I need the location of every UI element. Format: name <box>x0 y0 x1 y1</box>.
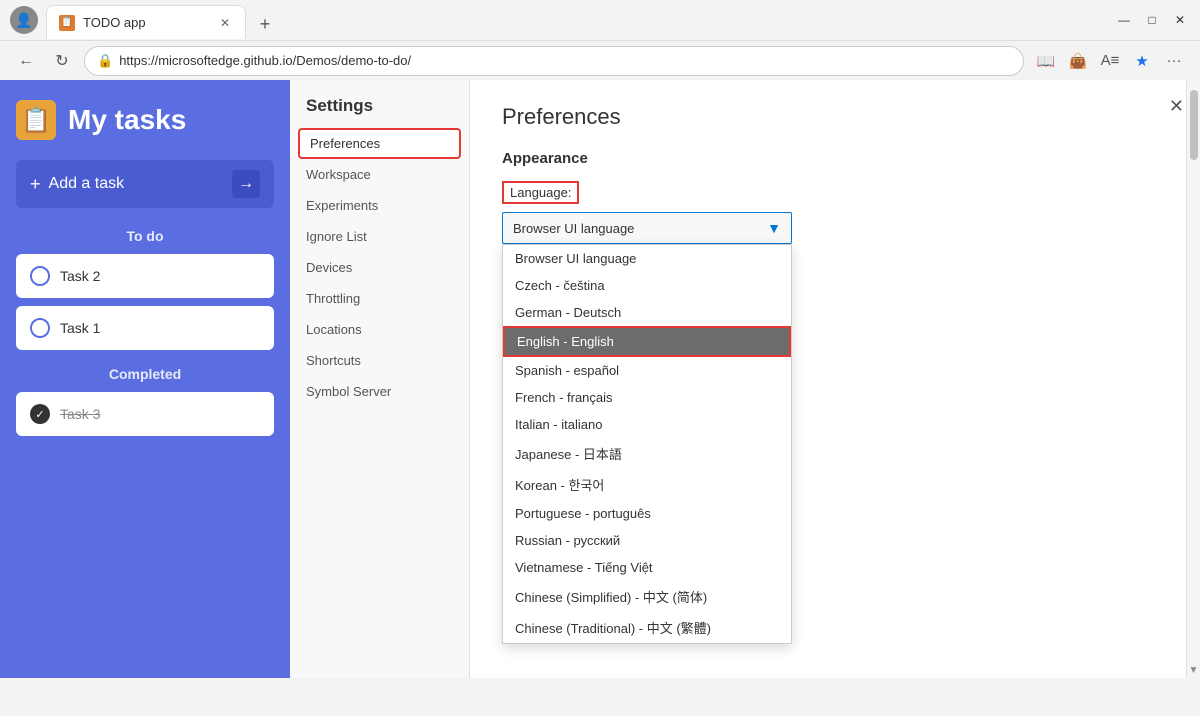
preferences-panel: ✕ Preferences Appearance Language: Brows… <box>470 80 1200 678</box>
close-preferences-button[interactable]: ✕ <box>1169 96 1184 117</box>
tab-title: TODO app <box>83 15 209 30</box>
settings-item-workspace[interactable]: Workspace <box>290 159 469 190</box>
language-option-zh-cn[interactable]: Chinese (Simplified) - 中文 (简体) <box>503 581 791 612</box>
new-tab-button[interactable]: + <box>250 9 280 39</box>
task-item[interactable]: Task 2 <box>16 254 274 298</box>
minimize-button[interactable]: — <box>1114 10 1134 30</box>
preferences-title: Preferences <box>502 104 1168 130</box>
todo-section-title: To do <box>16 228 274 244</box>
language-option-es[interactable]: Spanish - español <box>503 357 791 384</box>
more-options-icon[interactable]: ··· <box>1160 47 1188 75</box>
read-aloud-icon[interactable]: 📖 <box>1032 47 1060 75</box>
app-title: My tasks <box>68 104 186 136</box>
settings-title: Settings <box>290 96 469 116</box>
settings-item-preferences[interactable]: Preferences <box>298 128 461 159</box>
language-label: Language: <box>502 181 579 204</box>
browser-content: 📋 My tasks + Add a task → To do Task 2 T… <box>0 80 1200 678</box>
selected-language-text: Browser UI language <box>513 221 634 236</box>
title-bar: 👤 📋 TODO app ✕ + — □ ✕ <box>0 0 1200 40</box>
settings-item-experiments[interactable]: Experiments <box>290 190 469 221</box>
add-task-label: Add a task <box>49 175 125 193</box>
settings-item-label: Workspace <box>306 167 371 182</box>
language-dropdown-menu[interactable]: Browser UI language Czech - čeština Germ… <box>502 244 792 644</box>
completed-section: Completed ✓ Task 3 <box>16 366 274 436</box>
add-task-left: + Add a task <box>30 174 124 195</box>
task-complete-icon: ✓ <box>30 404 50 424</box>
settings-item-label: Ignore List <box>306 229 367 244</box>
completed-task-item[interactable]: ✓ Task 3 <box>16 392 274 436</box>
settings-item-label: Throttling <box>306 291 360 306</box>
app-logo: 📋 <box>16 100 56 140</box>
language-option-de[interactable]: German - Deutsch <box>503 299 791 326</box>
immersive-reader-icon[interactable]: A≡ <box>1096 47 1124 75</box>
app-header: 📋 My tasks <box>16 100 274 140</box>
refresh-button[interactable]: ↻ <box>48 47 76 75</box>
language-option-browser-ui[interactable]: Browser UI language <box>503 245 791 272</box>
settings-item-locations[interactable]: Locations <box>290 314 469 345</box>
settings-item-label: Shortcuts <box>306 353 361 368</box>
scrollbar-track[interactable]: ▼ <box>1186 80 1200 678</box>
appearance-section-header: Appearance <box>502 150 1168 167</box>
language-option-zh-tw[interactable]: Chinese (Traditional) - 中文 (繁體) <box>503 612 791 643</box>
language-option-fr[interactable]: French - français <box>503 384 791 411</box>
dropdown-arrow-icon: ▼ <box>767 220 781 236</box>
scroll-down-icon[interactable]: ▼ <box>1189 665 1199 676</box>
settings-item-throttling[interactable]: Throttling <box>290 283 469 314</box>
tab-favicon: 📋 <box>59 15 75 31</box>
settings-item-label: Symbol Server <box>306 384 391 399</box>
back-button[interactable]: ← <box>12 47 40 75</box>
task-text: Task 1 <box>60 320 100 336</box>
task-checkbox[interactable] <box>30 318 50 338</box>
plus-icon: + <box>30 174 41 195</box>
completed-task-text: Task 3 <box>60 406 100 422</box>
language-option-pt[interactable]: Portuguese - português <box>503 500 791 527</box>
language-option-ru[interactable]: Russian - русский <box>503 527 791 554</box>
settings-item-symbol-server[interactable]: Symbol Server <box>290 376 469 407</box>
add-task-arrow[interactable]: → <box>232 170 260 198</box>
add-task-button[interactable]: + Add a task → <box>16 160 274 208</box>
collections-icon[interactable]: 👜 <box>1064 47 1092 75</box>
browser-tab[interactable]: 📋 TODO app ✕ <box>46 5 246 39</box>
settings-item-devices[interactable]: Devices <box>290 252 469 283</box>
completed-section-title: Completed <box>16 366 274 382</box>
settings-item-ignore-list[interactable]: Ignore List <box>290 221 469 252</box>
language-row: Language: <box>502 181 1168 204</box>
url-text: https://microsoftedge.github.io/Demos/de… <box>119 53 411 68</box>
maximize-button[interactable]: □ <box>1142 10 1162 30</box>
language-option-vi[interactable]: Vietnamese - Tiếng Việt <box>503 554 791 581</box>
language-option-it[interactable]: Italian - italiano <box>503 411 791 438</box>
profile-icon[interactable]: 👤 <box>10 6 38 34</box>
language-select-container: Browser UI language ▼ Browser UI languag… <box>502 212 792 244</box>
settings-item-label: Experiments <box>306 198 378 213</box>
settings-item-label: Preferences <box>310 136 380 151</box>
todo-sidebar: 📋 My tasks + Add a task → To do Task 2 T… <box>0 80 290 678</box>
settings-item-label: Locations <box>306 322 362 337</box>
task-checkbox[interactable] <box>30 266 50 286</box>
favorites-icon[interactable]: ★ <box>1128 47 1156 75</box>
url-input[interactable]: 🔒 https://microsoftedge.github.io/Demos/… <box>84 46 1024 76</box>
language-dropdown[interactable]: Browser UI language ▼ <box>502 212 792 244</box>
task-item[interactable]: Task 1 <box>16 306 274 350</box>
settings-item-shortcuts[interactable]: Shortcuts <box>290 345 469 376</box>
settings-item-label: Devices <box>306 260 352 275</box>
close-window-button[interactable]: ✕ <box>1170 10 1190 30</box>
task-text: Task 2 <box>60 268 100 284</box>
address-bar: ← ↻ 🔒 https://microsoftedge.github.io/De… <box>0 40 1200 80</box>
language-option-ja[interactable]: Japanese - 日本語 <box>503 438 791 469</box>
scrollbar-thumb[interactable] <box>1190 90 1198 160</box>
language-option-en[interactable]: English - English <box>503 326 791 357</box>
language-option-ko[interactable]: Korean - 한국어 <box>503 469 791 500</box>
tab-close-button[interactable]: ✕ <box>217 15 233 31</box>
language-option-cs[interactable]: Czech - čeština <box>503 272 791 299</box>
settings-panel: Settings Preferences Workspace Experimen… <box>290 80 470 678</box>
